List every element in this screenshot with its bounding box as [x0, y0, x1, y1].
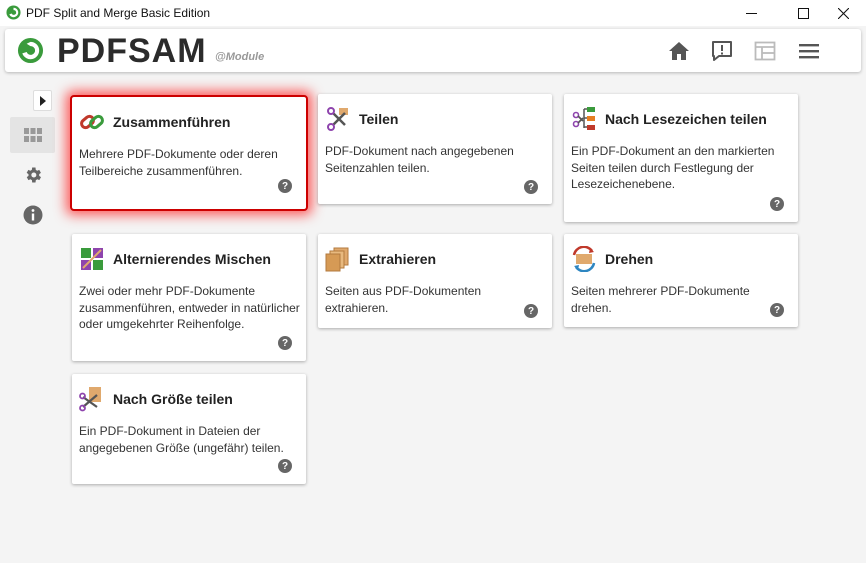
app-header: PDFSAM @Module: [5, 29, 861, 72]
gear-icon: [26, 167, 41, 183]
help-icon[interactable]: ?: [770, 197, 784, 211]
info-icon: [23, 205, 42, 225]
dashboard-icon[interactable]: [753, 39, 777, 63]
split-by-size-icon: [79, 387, 101, 412]
close-icon: [837, 7, 849, 19]
module-title: Drehen: [605, 251, 654, 267]
menu-icon[interactable]: [797, 39, 821, 63]
module-title: Teilen: [359, 111, 399, 127]
module-title: Nach Lesezeichen teilen: [605, 111, 767, 127]
module-title: Extrahieren: [359, 251, 437, 267]
help-icon[interactable]: ?: [770, 303, 784, 317]
module-description: Ein PDF-Dokument an den markierten Seite…: [571, 144, 775, 191]
minimize-icon: [745, 12, 757, 14]
module-description: Ein PDF-Dokument in Dateien der angegebe…: [79, 424, 284, 455]
sidebar-item-info[interactable]: [10, 197, 55, 233]
module-card-split[interactable]: Teilen PDF-Dokument nach angegebenen Sei…: [318, 94, 552, 204]
module-card-alternate-mix[interactable]: Alternierendes Mischen Zwei oder mehr PD…: [72, 234, 306, 361]
chain-link-icon: [80, 114, 104, 130]
sidebar-item-settings[interactable]: [10, 157, 55, 193]
maximize-icon: [797, 7, 809, 19]
module-description: Seiten mehrerer PDF-Dokumente drehen.: [571, 284, 750, 315]
help-icon[interactable]: ?: [524, 304, 538, 318]
window-title: PDF Split and Merge Basic Edition: [26, 6, 211, 20]
alternate-mix-icon: [81, 248, 103, 270]
bookmark-tree-icon: [572, 107, 595, 130]
module-description: Mehrere PDF-Dokumente oder deren Teilber…: [79, 147, 278, 178]
grid-icon: [23, 128, 42, 142]
module-title: Alternierendes Mischen: [113, 251, 271, 267]
module-description: PDF-Dokument nach angegebenen Seitenzahl…: [325, 144, 514, 175]
module-description: Seiten aus PDF-Dokumenten extrahieren.: [325, 284, 482, 315]
scissors-icon: [327, 107, 348, 131]
feedback-icon[interactable]: [710, 39, 734, 63]
extract-pages-icon: [325, 247, 349, 272]
module-description: Zwei oder mehr PDF-Dokumente zusammenfüh…: [79, 284, 300, 331]
help-icon[interactable]: ?: [278, 179, 292, 193]
module-title: Zusammenführen: [113, 114, 231, 130]
help-icon[interactable]: ?: [278, 459, 292, 473]
module-card-rotate[interactable]: Drehen Seiten mehrerer PDF-Dokumente dre…: [564, 234, 798, 327]
title-bar: PDF Split and Merge Basic Edition: [0, 0, 866, 26]
logo-subtitle: @Module: [215, 51, 265, 63]
module-title: Nach Größe teilen: [113, 391, 233, 407]
module-card-merge[interactable]: Zusammenführen Mehrere PDF-Dokumente ode…: [70, 95, 308, 211]
pdfsam-logo-icon: [17, 37, 44, 64]
help-icon[interactable]: ?: [524, 180, 538, 194]
app-icon: [6, 5, 21, 20]
chevron-right-icon: [39, 95, 46, 106]
module-card-extract[interactable]: Extrahieren Seiten aus PDF-Dokumenten ex…: [318, 234, 552, 328]
rotate-icon: [572, 246, 596, 272]
minimize-button[interactable]: [728, 0, 774, 26]
logo-text: PDFSAM: [57, 32, 207, 70]
close-button[interactable]: [820, 0, 866, 26]
help-icon[interactable]: ?: [278, 336, 292, 350]
module-card-split-by-size[interactable]: Nach Größe teilen Ein PDF-Dokument in Da…: [72, 374, 306, 484]
sidebar-item-modules[interactable]: [10, 117, 55, 153]
module-card-split-by-bookmarks[interactable]: Nach Lesezeichen teilen Ein PDF-Dokument…: [564, 94, 798, 222]
home-icon[interactable]: [667, 39, 691, 63]
sidebar-expand-button[interactable]: [33, 90, 52, 111]
